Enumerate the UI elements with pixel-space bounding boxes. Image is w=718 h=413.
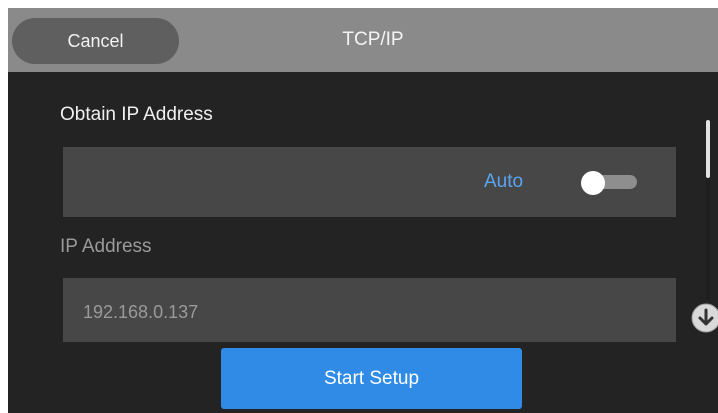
page-title: TCP/IP xyxy=(342,29,404,50)
obtain-ip-mode-value: Auto xyxy=(484,171,524,192)
ip-address-field[interactable]: 192.168.0.137 xyxy=(63,278,676,342)
ip-address-value: 192.168.0.137 xyxy=(83,302,199,322)
obtain-ip-address-setting[interactable]: Auto xyxy=(63,147,676,217)
toggle-knob xyxy=(581,171,605,195)
start-setup-button[interactable]: Start Setup xyxy=(221,348,522,409)
cancel-button[interactable]: Cancel xyxy=(12,18,179,64)
tcpip-screen: Cancel TCP/IP Obtain IP Address Auto IP … xyxy=(8,8,718,413)
scrollbar-thumb[interactable] xyxy=(706,120,710,178)
auto-toggle-switch[interactable] xyxy=(581,171,639,195)
arrow-down-circle-icon[interactable] xyxy=(690,302,718,334)
ip-address-label: IP Address xyxy=(60,236,152,257)
header-bar: Cancel TCP/IP xyxy=(8,8,718,72)
obtain-ip-address-label: Obtain IP Address xyxy=(60,104,213,125)
